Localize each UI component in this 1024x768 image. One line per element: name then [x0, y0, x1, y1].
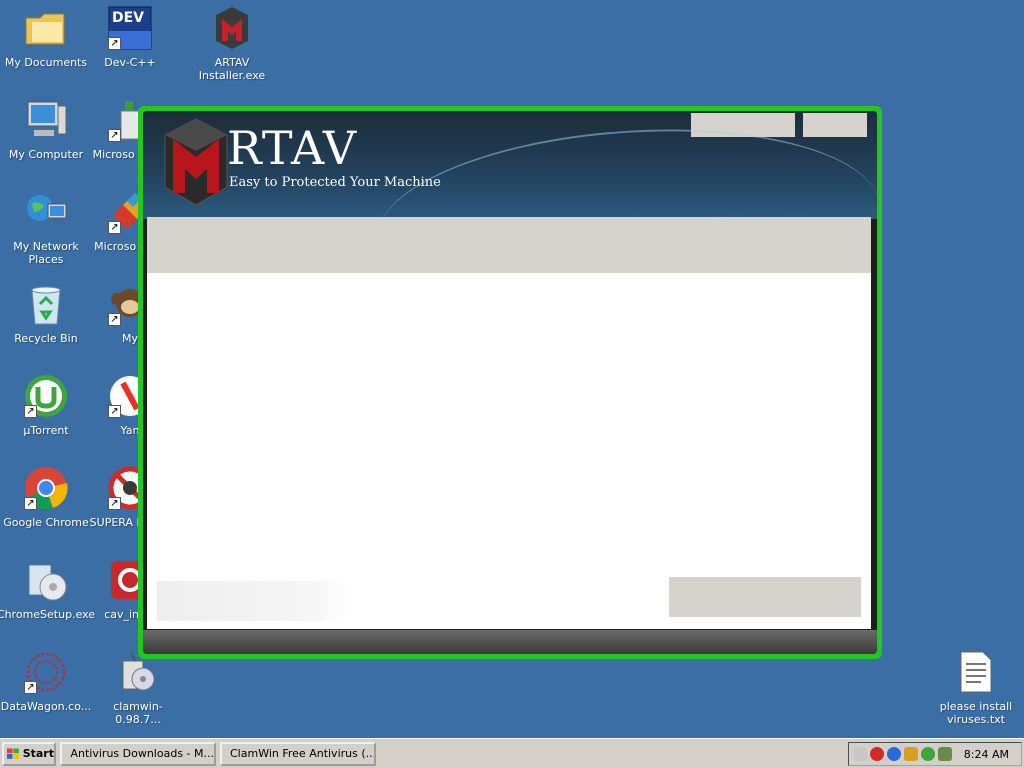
network-icon: [22, 188, 70, 236]
icon-label: clamwin-0.98.7...: [113, 700, 163, 726]
header-button-minimize[interactable]: [691, 113, 795, 137]
network-tray-icon[interactable]: [887, 747, 901, 761]
desktop-icon-google-chrome[interactable]: ↗ Google Chrome: [0, 464, 92, 529]
desktop-icon-my-computer[interactable]: My Computer: [0, 96, 92, 161]
utorrent-tray-icon[interactable]: [921, 747, 935, 761]
bottom-right-button[interactable]: [669, 577, 861, 617]
shortcut-arrow-icon: ↗: [108, 221, 121, 234]
artav-subtitle: Easy to Protected Your Machine: [229, 175, 441, 190]
shortcut-arrow-icon: ↗: [108, 405, 121, 418]
desktop-icon-datawagon[interactable]: ↗ DataWagon.co...: [0, 648, 92, 713]
task-clamwin[interactable]: ClamWin Free Antivirus (...: [220, 741, 376, 766]
task-antivirus-downloads[interactable]: Antivirus Downloads - M...: [60, 741, 216, 766]
desktop-icon-artav-installer[interactable]: ARTAV Installer.exe: [186, 4, 278, 82]
bug-tray-icon[interactable]: [904, 747, 918, 761]
antivirus-tray-icon[interactable]: [870, 747, 884, 761]
artav-window[interactable]: RTAV Easy to Protected Your Machine: [138, 106, 882, 659]
clock[interactable]: 8:24 AM: [964, 748, 1009, 761]
recycle-bin-icon: [22, 280, 70, 328]
icon-label: DataWagon.co...: [0, 700, 92, 713]
windows-logo-icon: [7, 747, 19, 759]
content-panel: [147, 273, 871, 629]
shortcut-arrow-icon: ↗: [24, 405, 37, 418]
artav-title: RTAV: [227, 121, 358, 175]
folder-icon: [22, 4, 70, 52]
shortcut-arrow-icon: ↗: [24, 681, 37, 694]
shortcut-arrow-icon: ↗: [108, 37, 121, 50]
clamwin-tray-icon[interactable]: [938, 747, 952, 761]
icon-label: ARTAV Installer.exe: [198, 56, 266, 82]
window-footer: [143, 630, 877, 654]
datawagon-icon: ↗: [22, 648, 70, 696]
artav-header: RTAV Easy to Protected Your Machine: [143, 111, 877, 219]
taskbar: Start Antivirus Downloads - M... ClamWin…: [0, 738, 1024, 768]
icon-label: Dev-C++: [104, 56, 156, 69]
icon-label: My: [121, 332, 138, 345]
icon-label: My Documents: [4, 56, 88, 69]
desktop-icon-please-install-viruses[interactable]: please install viruses.txt: [930, 648, 1022, 726]
artav-logo-icon: [164, 118, 228, 206]
icon-label: ChromeSetup.exe: [0, 608, 96, 621]
desktop-icon-recycle-bin[interactable]: Recycle Bin: [0, 280, 92, 345]
keyboard-icon[interactable]: [853, 747, 867, 761]
utorrent-icon: ↗: [22, 372, 70, 420]
task-label: ClamWin Free Antivirus (...: [230, 747, 376, 760]
task-label: Antivirus Downloads - M...: [70, 747, 214, 760]
header-button-close[interactable]: [803, 113, 867, 137]
shortcut-arrow-icon: ↗: [108, 129, 121, 142]
desktop-icon-utorrent[interactable]: ↗ µTorrent: [0, 372, 92, 437]
start-button[interactable]: Start: [2, 741, 56, 766]
start-label: Start: [22, 747, 54, 760]
desktop-icon-chromesetup[interactable]: ChromeSetup.exe: [0, 556, 96, 621]
icon-label: µTorrent: [23, 424, 69, 437]
desktop-icon-my-network-places[interactable]: My Network Places: [0, 188, 92, 266]
system-tray: 8:24 AM: [848, 742, 1022, 766]
icon-label: My Computer: [8, 148, 84, 161]
bottom-left-button[interactable]: [157, 581, 351, 621]
artav-icon: [208, 4, 256, 52]
desktop-icon-clamwin[interactable]: clamwin-0.98.7...: [92, 648, 184, 726]
dev-badge: DEV: [112, 10, 145, 26]
shortcut-arrow-icon: ↗: [108, 313, 121, 326]
icon-label: please install viruses.txt: [939, 700, 1013, 726]
icon-label: Google Chrome: [3, 516, 89, 529]
icon-label: My Network Places: [13, 240, 79, 266]
desktop-icon-my-documents[interactable]: My Documents: [0, 4, 92, 69]
icon-label: Yan: [120, 424, 140, 437]
devcpp-icon: DEV ↗: [106, 4, 154, 52]
shortcut-arrow-icon: ↗: [24, 497, 37, 510]
installer-icon: [22, 556, 70, 604]
toolbar-band: [147, 217, 871, 273]
shortcut-arrow-icon: ↗: [108, 497, 121, 510]
desktop-icon-devcpp[interactable]: DEV ↗ Dev-C++: [84, 4, 176, 69]
chrome-icon: ↗: [22, 464, 70, 512]
computer-icon: [22, 96, 70, 144]
text-file-icon: [952, 648, 1000, 696]
artav-window-body: RTAV Easy to Protected Your Machine: [143, 111, 877, 654]
icon-label: Recycle Bin: [14, 332, 78, 345]
